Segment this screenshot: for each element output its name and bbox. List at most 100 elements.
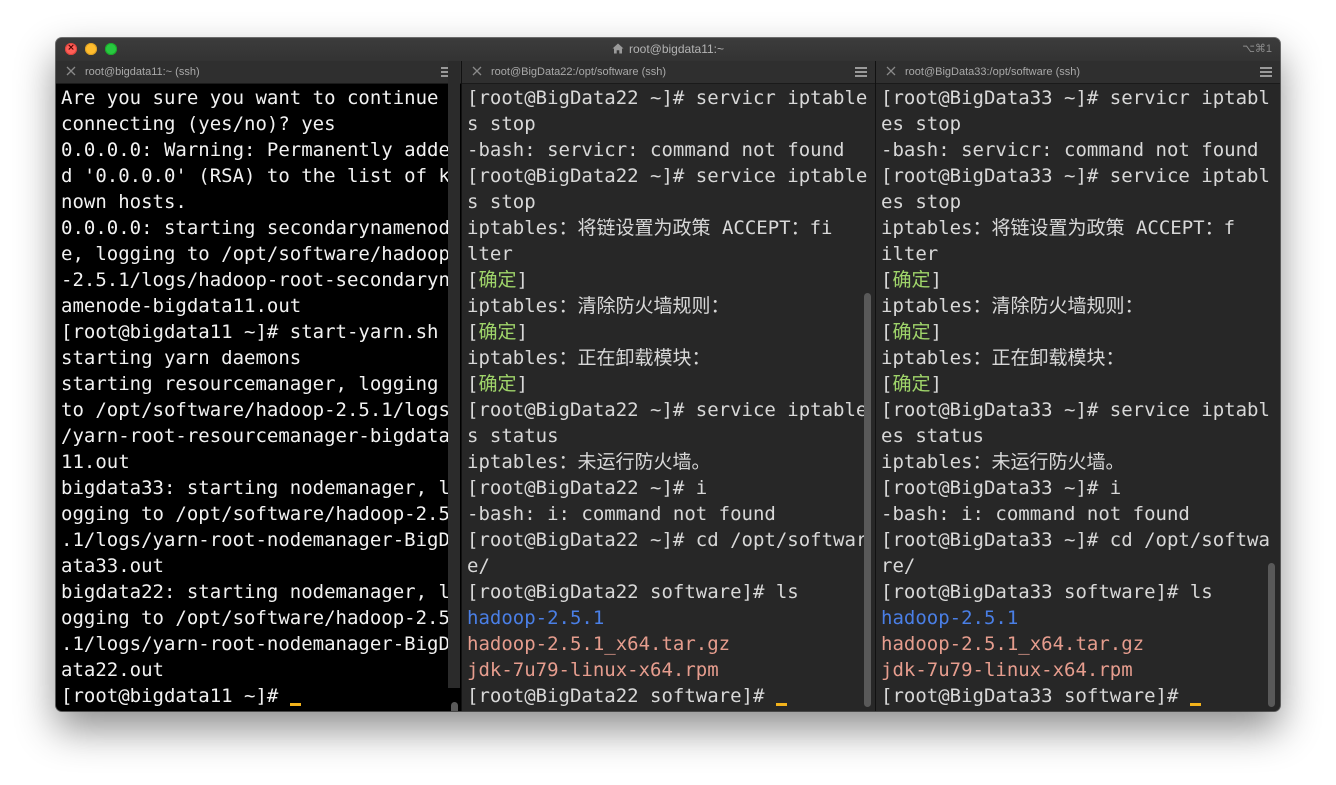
- status-ok-text: 确定: [892, 321, 931, 343]
- terminal-line: hadoop-2.5.1: [467, 605, 867, 631]
- line-text: hadoop-2.5.1: [881, 607, 1019, 629]
- terminal-line: [root@BigData33 software]# ls: [881, 579, 1270, 605]
- status-ok-text: 确定: [478, 269, 517, 291]
- terminal-line: e, logging to /opt/software/hadoop: [61, 241, 450, 267]
- scrollbar-thumb[interactable]: [864, 293, 871, 707]
- prompt-line: [root@BigData22 software]#: [467, 683, 867, 709]
- line-text: ilter: [881, 243, 939, 265]
- line-text: jdk-7u79-linux-x64.rpm: [881, 659, 1133, 681]
- window-title-area: root@bigdata11:~: [56, 38, 1280, 61]
- pane-tab-bigdata33[interactable]: root@BigData33:/opt/software (ssh): [876, 61, 1280, 84]
- tab-title: root@BigData22:/opt/software (ssh): [491, 66, 667, 78]
- line-text: /yarn-root-resourcemanager-bigdata: [61, 425, 450, 447]
- terminal-line: iptables：正在卸载模块：: [881, 345, 1270, 371]
- line-text: e, logging to /opt/software/hadoop: [61, 243, 450, 265]
- terminal-line: .1/logs/yarn-root-nodemanager-BigD: [61, 527, 450, 553]
- text-cursor: [289, 703, 301, 706]
- terminal-line: iptables：正在卸载模块：: [467, 345, 867, 371]
- terminal-line: jdk-7u79-linux-x64.rpm: [881, 657, 1270, 683]
- terminal-line: [root@BigData22 ~]# service iptable: [467, 397, 867, 423]
- title-bar[interactable]: × root@bigdata11:~ ⌥⌘1: [56, 38, 1280, 62]
- terminal-line: iptables：清除防火墙规则：: [881, 293, 1270, 319]
- terminal-line: -2.5.1/logs/hadoop-root-secondaryn: [61, 267, 450, 293]
- line-text: iptables：正在卸载模块：: [881, 347, 1125, 369]
- line-text: iptables：正在卸载模块：: [467, 347, 711, 369]
- terminal-line: [root@BigData33 ~]# servicr iptabl: [881, 85, 1270, 111]
- line-text: [root@bigdata11 ~]# start-yarn.sh: [61, 321, 439, 343]
- bracket-text: ]: [516, 269, 528, 291]
- line-text: 0.0.0.0: starting secondarynamenod: [61, 217, 450, 239]
- status-ok-text: 确定: [478, 373, 517, 395]
- line-text: amenode-bigdata11.out: [61, 295, 302, 317]
- close-tab-icon[interactable]: [471, 65, 483, 77]
- line-text: [root@BigData22 ~]# service iptable: [467, 399, 868, 421]
- line-text: hadoop-2.5.1_x64.tar.gz: [467, 633, 731, 655]
- terminal-line: hadoop-2.5.1_x64.tar.gz: [881, 631, 1270, 657]
- terminal-window: × root@bigdata11:~ ⌥⌘1 root@bigdata11:~ …: [56, 38, 1280, 711]
- terminal-line: to /opt/software/hadoop-2.5.1/logs: [61, 397, 450, 423]
- line-text: 0.0.0.0: Warning: Permanently adde: [61, 139, 450, 161]
- terminal-pane-bigdata33[interactable]: root@BigData33:/opt/software (ssh) [root…: [876, 61, 1280, 711]
- home-icon: [612, 43, 624, 54]
- line-text: connecting (yes/no)? yes: [61, 113, 336, 135]
- bracket-text: [: [467, 269, 479, 291]
- terminal-output[interactable]: [root@BigData22 ~]# servicr iptable s sto…: [467, 85, 867, 709]
- bracket-text: [: [881, 373, 893, 395]
- line-text: nown hosts.: [61, 191, 187, 213]
- window-title: root@bigdata11:~: [628, 42, 725, 56]
- terminal-line: 0.0.0.0: Warning: Permanently adde: [61, 137, 450, 163]
- bracket-text: ]: [516, 321, 528, 343]
- terminal-line: s stop: [467, 111, 867, 137]
- close-tab-icon[interactable]: [65, 65, 77, 77]
- line-text: [root@bigdata11 ~]#: [61, 685, 290, 707]
- terminal-line: jdk-7u79-linux-x64.rpm: [467, 657, 867, 683]
- pane-tab-bigdata11[interactable]: root@bigdata11:~ (ssh): [56, 61, 461, 84]
- line-text: starting resourcemanager, logging: [61, 373, 439, 395]
- line-text: to /opt/software/hadoop-2.5.1/logs: [61, 399, 450, 421]
- pane-tab-bigdata22[interactable]: root@BigData22:/opt/software (ssh): [462, 61, 875, 84]
- hamburger-menu-icon[interactable]: [1260, 67, 1272, 77]
- prompt-line: [root@bigdata11 ~]#: [61, 683, 450, 709]
- text-cursor: [1189, 703, 1201, 706]
- line-text: [root@BigData33 ~]# cd /opt/softwa: [881, 529, 1270, 551]
- terminal-line: [确定]: [881, 267, 1270, 293]
- line-text: es stop: [881, 191, 962, 213]
- bracket-text: ]: [930, 321, 942, 343]
- line-text: iptables：清除防火墙规则：: [467, 295, 730, 317]
- terminal-pane-bigdata11[interactable]: root@bigdata11:~ (ssh) Are you sure you …: [56, 61, 461, 711]
- terminal-line: d '0.0.0.0' (RSA) to the list of k: [61, 163, 450, 189]
- terminal-line: re/: [881, 553, 1270, 579]
- terminal-line: ogging to /opt/software/hadoop-2.5: [61, 501, 450, 527]
- terminal-line: amenode-bigdata11.out: [61, 293, 450, 319]
- line-text: es status: [881, 425, 984, 447]
- scrollbar-thumb[interactable]: [451, 702, 458, 711]
- terminal-line: /yarn-root-resourcemanager-bigdata: [61, 423, 450, 449]
- terminal-line: [确定]: [467, 319, 867, 345]
- scrollbar-thumb[interactable]: [1268, 563, 1275, 707]
- terminal-output[interactable]: Are you sure you want to continue connect…: [61, 85, 450, 709]
- line-text: bigdata33: starting nodemanager, l: [61, 477, 450, 499]
- terminal-line: -bash: servicr: command not found: [881, 137, 1270, 163]
- terminal-line: [root@BigData22 ~]# i: [467, 475, 867, 501]
- bracket-text: [: [467, 373, 479, 395]
- terminal-pane-bigdata22[interactable]: root@BigData22:/opt/software (ssh) [root…: [462, 61, 875, 711]
- terminal-output[interactable]: [root@BigData33 ~]# servicr iptabl es sto…: [881, 85, 1270, 709]
- line-text: ata22.out: [61, 659, 164, 681]
- line-text: -bash: i: command not found: [467, 503, 776, 525]
- line-text: [root@BigData22 ~]# servicr iptable: [467, 87, 868, 109]
- terminal-line: es stop: [881, 189, 1270, 215]
- status-ok-text: 确定: [892, 373, 931, 395]
- line-text: hadoop-2.5.1: [467, 607, 605, 629]
- line-text: d '0.0.0.0' (RSA) to the list of k: [61, 165, 450, 187]
- hamburger-menu-icon[interactable]: [855, 67, 867, 77]
- terminal-line: 0.0.0.0: starting secondarynamenod: [61, 215, 450, 241]
- line-text: [root@BigData22 ~]# service iptable: [467, 165, 868, 187]
- terminal-line: lter: [467, 241, 867, 267]
- close-tab-icon[interactable]: [885, 65, 897, 77]
- line-text: [root@BigData33 ~]# service iptabl: [881, 399, 1270, 421]
- terminal-line: iptables：未运行防火墙。: [881, 449, 1270, 475]
- terminal-line: [root@BigData22 ~]# service iptable: [467, 163, 867, 189]
- scrollbar-track[interactable]: [448, 61, 460, 688]
- line-text: [root@BigData33 ~]# service iptabl: [881, 165, 1270, 187]
- terminal-line: bigdata33: starting nodemanager, l: [61, 475, 450, 501]
